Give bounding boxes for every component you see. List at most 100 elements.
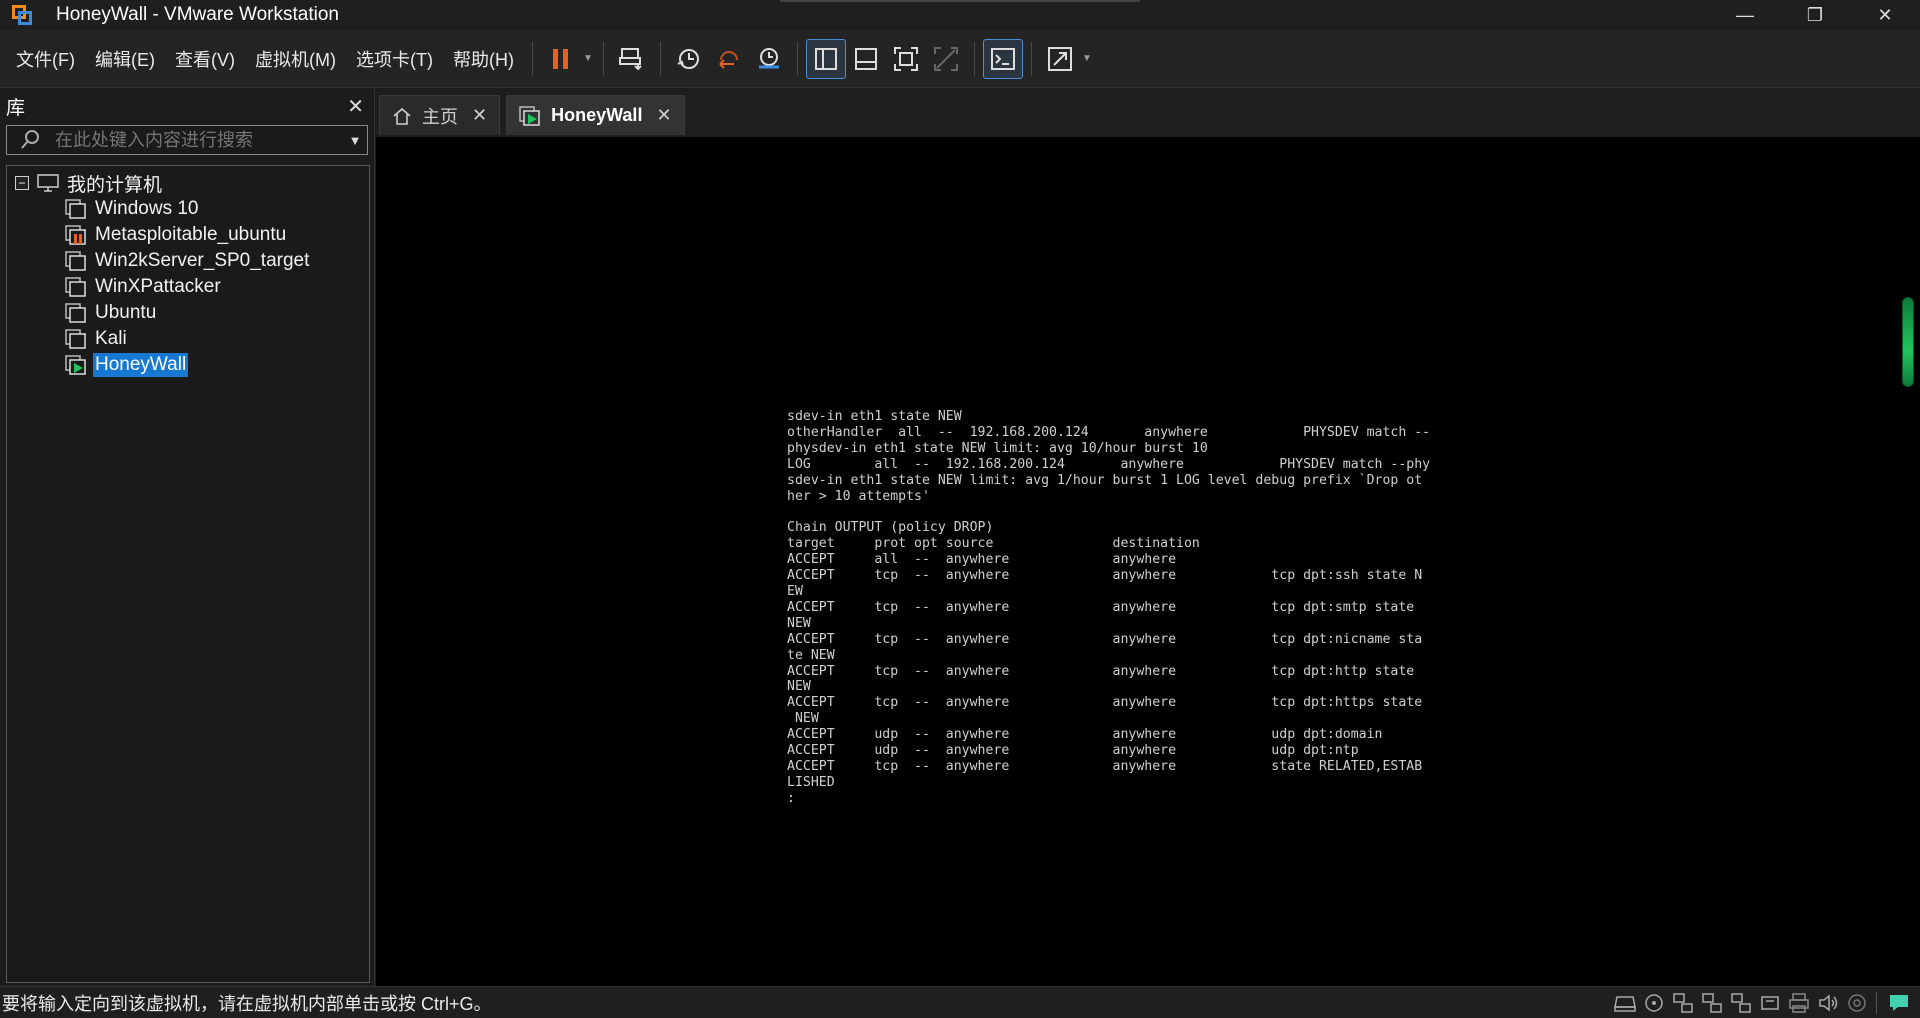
menu-help[interactable]: 帮助(H)	[443, 39, 524, 79]
vm-label: Ubuntu	[95, 302, 157, 323]
window-title: HoneyWall - VMware Workstation	[56, 4, 339, 25]
cd-dvd-icon[interactable]	[1641, 990, 1667, 1016]
tree-root-my-computer[interactable]: − 我的计算机	[7, 170, 369, 196]
vm-running-icon	[519, 105, 540, 126]
vm-off-icon	[65, 251, 86, 271]
full-screen-icon	[893, 46, 918, 71]
library-panel: 库 ✕ ▼ − 我的计算机 Windows 10 Metasploitable_…	[0, 89, 372, 986]
toolbar-separator	[796, 41, 798, 76]
window-controls: — ❐ ✕	[1710, 0, 1920, 30]
vm-running-icon	[65, 355, 86, 375]
tree-item-vm-selected[interactable]: HoneyWall	[7, 352, 369, 378]
tab-close-icon[interactable]: ✕	[656, 105, 671, 126]
title-drag-indicator	[780, 0, 1140, 2]
usb-device-icon[interactable]	[1757, 990, 1783, 1016]
pause-button[interactable]	[541, 39, 581, 79]
thumbnail-bar-button[interactable]	[846, 39, 886, 79]
tree-item-vm[interactable]: Kali	[7, 326, 369, 352]
tree-item-vm[interactable]: WinXPattacker	[7, 274, 369, 300]
snapshot-manager-button[interactable]	[749, 39, 789, 79]
display-icon[interactable]	[1844, 990, 1870, 1016]
vm-off-icon	[65, 329, 86, 349]
show-library-button[interactable]	[805, 38, 846, 79]
search-input[interactable]	[55, 129, 343, 151]
tree-item-vm[interactable]: Windows 10	[7, 196, 369, 222]
pause-icon	[552, 48, 568, 69]
status-bar: 要将输入定向到该虚拟机，请在虚拟机内部单击或按 Ctrl+G。	[0, 986, 1920, 1018]
console-view-button[interactable]	[982, 38, 1023, 79]
tab-strip: 主页 ✕ HoneyWall ✕	[379, 95, 691, 139]
menu-toolbar: 文件(F) 编辑(E) 查看(V) 虚拟机(M) 选项卡(T) 帮助(H) ▼ …	[0, 30, 1920, 88]
content-area: 主页 ✕ HoneyWall ✕ sdev-in eth1 state NEW …	[374, 89, 1920, 987]
vm-off-icon	[65, 277, 86, 297]
menu-tabs[interactable]: 选项卡(T)	[346, 39, 443, 79]
menu-edit[interactable]: 编辑(E)	[85, 39, 165, 79]
tab-label: 主页	[422, 106, 458, 127]
menu-view[interactable]: 查看(V)	[165, 39, 245, 79]
vm-scroll-indicator[interactable]	[1902, 297, 1914, 387]
maximize-button[interactable]: ❐	[1780, 0, 1850, 30]
library-search: ▼	[6, 125, 368, 155]
send-ctrl-alt-del-button[interactable]	[612, 39, 652, 79]
tab-close-icon[interactable]: ✕	[472, 105, 487, 126]
unity-disabled-icon	[933, 46, 958, 71]
message-log-icon[interactable]	[1886, 990, 1912, 1016]
tab-honeywall[interactable]: HoneyWall ✕	[506, 95, 685, 135]
vm-off-icon	[65, 199, 86, 219]
vm-label: WinXPattacker	[95, 276, 221, 297]
full-screen-button[interactable]	[886, 39, 926, 79]
power-dropdown[interactable]: ▼	[581, 39, 595, 79]
status-separator	[1876, 992, 1877, 1014]
vm-paused-icon	[65, 225, 86, 245]
tree-item-vm[interactable]: Metasploitable_ubuntu	[7, 222, 369, 248]
title-bar: HoneyWall - VMware Workstation — ❐ ✕	[0, 0, 1920, 30]
computer-icon	[37, 174, 59, 192]
vm-tree: − 我的计算机 Windows 10 Metasploitable_ubuntu…	[6, 165, 370, 983]
status-message: 要将输入定向到该虚拟机，请在虚拟机内部单击或按 Ctrl+G。	[2, 993, 492, 1014]
snapshot-button[interactable]	[669, 39, 709, 79]
vm-label: Windows 10	[95, 198, 199, 219]
close-button[interactable]: ✕	[1850, 0, 1920, 30]
stretch-icon	[1047, 46, 1072, 71]
network-adapter-icon[interactable]	[1670, 990, 1696, 1016]
vm-label: Metasploitable_ubuntu	[95, 224, 287, 245]
terminal-icon	[990, 47, 1015, 70]
search-dropdown-icon[interactable]: ▼	[343, 133, 367, 148]
collapse-icon[interactable]: −	[15, 176, 29, 190]
revert-snapshot-icon	[719, 50, 738, 69]
toolbar-separator	[1030, 41, 1032, 76]
network-adapter-icon[interactable]	[1728, 990, 1754, 1016]
hard-disk-icon[interactable]	[1612, 990, 1638, 1016]
device-status-icons	[1609, 990, 1912, 1016]
console-output: sdev-in eth1 state NEW otherHandler all …	[787, 409, 1431, 806]
toolbar-separator	[659, 41, 661, 76]
vm-label: HoneyWall	[93, 353, 189, 377]
toolbar-separator	[531, 41, 533, 76]
stretch-dropdown[interactable]: ▼	[1080, 39, 1094, 79]
network-adapter-icon[interactable]	[1699, 990, 1725, 1016]
tree-item-vm[interactable]: Ubuntu	[7, 300, 369, 326]
stretch-guest-button[interactable]	[1040, 39, 1080, 79]
printer-icon[interactable]	[1786, 990, 1812, 1016]
menu-vm[interactable]: 虚拟机(M)	[245, 39, 346, 79]
library-close-icon[interactable]: ✕	[347, 94, 364, 119]
unity-button[interactable]	[926, 39, 966, 79]
library-header: 库 ✕	[0, 89, 372, 123]
thumbnail-bar-icon	[854, 47, 877, 70]
menu-file[interactable]: 文件(F)	[6, 39, 85, 79]
library-panel-icon	[814, 47, 837, 70]
library-title: 库	[6, 97, 26, 119]
snapshot-manager-icon	[758, 47, 779, 68]
minimize-button[interactable]: —	[1710, 0, 1780, 30]
vm-off-icon	[65, 303, 86, 323]
search-icon	[21, 130, 39, 149]
tree-item-vm[interactable]: Win2kServer_SP0_target	[7, 248, 369, 274]
revert-snapshot-button[interactable]	[709, 39, 749, 79]
sound-card-icon[interactable]	[1815, 990, 1841, 1016]
home-icon	[393, 107, 411, 125]
tab-home[interactable]: 主页 ✕	[379, 95, 501, 135]
vm-label: Win2kServer_SP0_target	[95, 250, 310, 271]
toolbar-separator	[973, 41, 975, 76]
vm-console-screen[interactable]: sdev-in eth1 state NEW otherHandler all …	[376, 137, 1920, 987]
vm-label: Kali	[95, 328, 127, 349]
